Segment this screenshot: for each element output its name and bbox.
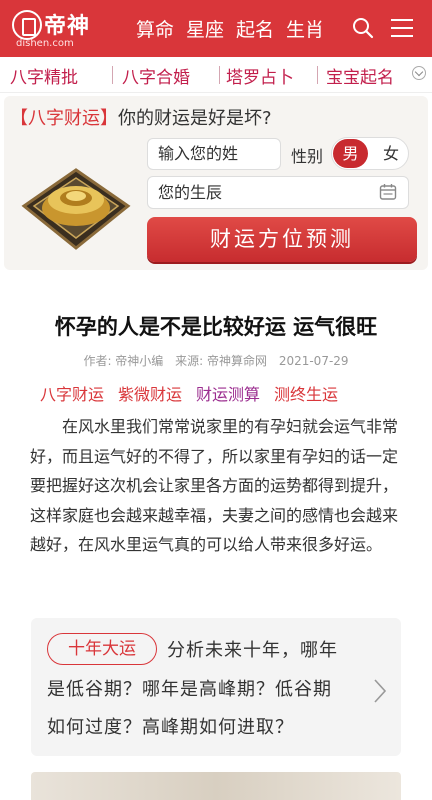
- article-tags: 八字财运 紫微财运 财运测算 测终生运: [40, 381, 338, 405]
- category-bar: 八字精批 八字合婚 塔罗占卜 宝宝起名: [0, 57, 432, 93]
- article-meta: 作者: 帝神小编 来源: 帝神算命网 2021-07-29: [0, 352, 432, 369]
- nav-item-fortune[interactable]: 算命: [136, 15, 174, 42]
- tag-ziwei-wealth[interactable]: 紫微财运: [118, 381, 182, 405]
- logo-emblem-icon: [12, 10, 42, 40]
- next-article-image[interactable]: [31, 772, 401, 800]
- menu-icon[interactable]: [391, 19, 413, 37]
- chevron-down-icon[interactable]: [412, 66, 426, 80]
- category-tarot[interactable]: 塔罗占卜: [226, 63, 294, 88]
- wealth-fortune-panel: 【八字财运】你的财运是好是坏? 输入您的姓 性别 男 女 您的生辰 财运方位预测: [4, 96, 428, 270]
- category-bazi-analysis[interactable]: 八字精批: [10, 63, 78, 88]
- nav-item-naming[interactable]: 起名: [236, 15, 274, 42]
- panel-title-question: 你的财运是好是坏?: [118, 108, 272, 129]
- category-bazi-marriage[interactable]: 八字合婚: [122, 63, 190, 88]
- top-header: 帝神 dishen.com 算命 星座 起名 生肖: [0, 0, 432, 57]
- category-divider: [317, 66, 318, 84]
- gender-label: 性别: [291, 147, 324, 166]
- gender-toggle: 男 女: [331, 137, 409, 170]
- search-icon[interactable]: [352, 17, 374, 39]
- nav-item-zodiac[interactable]: 生肖: [286, 15, 324, 42]
- tag-lifetime-fortune[interactable]: 测终生运: [274, 381, 338, 405]
- category-divider: [112, 66, 113, 84]
- article-date: 2021-07-29: [278, 354, 349, 368]
- article-author: 作者: 帝神小编: [83, 354, 164, 368]
- promo-tag: 十年大运: [47, 633, 157, 665]
- logo-domain: dishen.com: [16, 38, 74, 49]
- site-logo[interactable]: 帝神 dishen.com: [12, 8, 112, 50]
- tag-bazi-wealth[interactable]: 八字财运: [40, 381, 104, 405]
- logo-text: 帝神: [44, 14, 91, 39]
- category-divider: [219, 66, 220, 84]
- surname-input[interactable]: 输入您的姓: [147, 138, 281, 170]
- promo-text-line2: 是低谷期？哪年是高峰期？低谷期: [47, 679, 332, 700]
- main-nav: 算命 星座 起名 生肖: [136, 15, 324, 42]
- panel-title: 【八字财运】你的财运是好是坏?: [10, 104, 272, 130]
- tag-wealth-test[interactable]: 财运测算: [196, 381, 260, 405]
- promo-text-line3: 如何过度？高峰期如何进取？: [47, 717, 294, 738]
- article-source: 来源: 帝神算命网: [175, 354, 267, 368]
- gold-ingot-image: [21, 168, 131, 250]
- category-baby-naming[interactable]: 宝宝起名: [326, 63, 394, 88]
- article-paragraph: 在风水里我们常常说家里的有孕妇就会运气非常好，而且运气好的不得了，所以家里有孕妇…: [30, 417, 399, 554]
- nav-item-horoscope[interactable]: 星座: [186, 15, 224, 42]
- article-title: 怀孕的人是不是比较好运 运气很旺: [54, 315, 378, 339]
- ten-year-fortune-promo[interactable]: 十年大运 分析未来十年，哪年 是低谷期？哪年是高峰期？低谷期 如何过度？高峰期如…: [31, 618, 401, 756]
- gender-male-option[interactable]: 男: [333, 139, 368, 168]
- panel-title-tag: 【八字财运】: [10, 108, 118, 129]
- birth-time-input[interactable]: 您的生辰: [147, 176, 409, 209]
- promo-text-line1: 分析未来十年，哪年: [167, 640, 338, 661]
- calendar-icon[interactable]: [379, 183, 397, 201]
- chevron-right-icon[interactable]: [373, 678, 387, 704]
- wealth-direction-predict-button[interactable]: 财运方位预测: [147, 217, 417, 262]
- gender-female-option[interactable]: 女: [376, 139, 406, 168]
